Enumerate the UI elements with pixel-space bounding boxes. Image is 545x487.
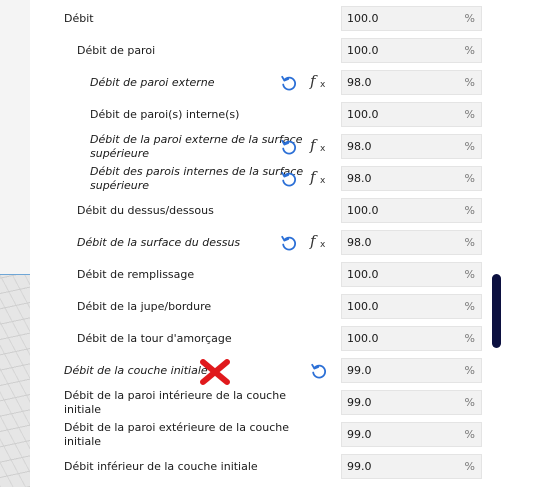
setting-value: 99.0	[347, 364, 372, 377]
setting-label: Débit de la paroi externe de la surface …	[90, 133, 303, 160]
setting-value: 99.0	[347, 460, 372, 473]
setting-row-debit-couche-initiale: Débit de la couche initiale 99.0 %	[30, 355, 545, 387]
settings-panel: Débit 100.0 % Débit de paroi 100.0 % Déb…	[30, 0, 545, 487]
setting-label: Débit de paroi externe	[90, 76, 215, 89]
setting-value: 100.0	[347, 300, 379, 313]
setting-value-field[interactable]: 99.0 %	[341, 390, 482, 415]
setting-unit: %	[464, 204, 475, 217]
viewport-build-plate-grid	[0, 275, 30, 487]
setting-value: 99.0	[347, 428, 372, 441]
setting-unit: %	[464, 396, 475, 409]
setting-row-debit-paroi-interieure-couche-initiale: Débit de la paroi intérieure de la couch…	[30, 387, 545, 419]
setting-value-field[interactable]: 98.0 %	[341, 166, 482, 191]
error-cross-icon	[200, 359, 230, 385]
setting-value: 98.0	[347, 140, 372, 153]
reset-icon[interactable]	[280, 234, 298, 252]
setting-value: 100.0	[347, 268, 379, 281]
setting-label: Débit	[64, 12, 94, 25]
function-icon[interactable]: fx	[310, 136, 332, 156]
setting-label: Débit de la jupe/bordure	[77, 300, 212, 313]
setting-value: 100.0	[347, 12, 379, 25]
setting-label: Débit de la tour d'amorçage	[77, 332, 232, 345]
setting-value-field[interactable]: 100.0 %	[341, 262, 482, 287]
setting-row-debit-remplissage: Débit de remplissage 100.0 %	[30, 259, 545, 291]
setting-unit: %	[464, 140, 475, 153]
setting-value-field[interactable]: 100.0 %	[341, 294, 482, 319]
reset-icon[interactable]	[280, 74, 298, 92]
setting-unit: %	[464, 300, 475, 313]
setting-label: Débit de la surface du dessus	[77, 236, 241, 249]
setting-row-debit: Débit 100.0 %	[30, 3, 545, 35]
setting-row-debit-paroi: Débit de paroi 100.0 %	[30, 35, 545, 67]
setting-value: 100.0	[347, 108, 379, 121]
setting-label: Débit de la paroi extérieure de la couch…	[64, 421, 290, 448]
setting-value-field[interactable]: 100.0 %	[341, 38, 482, 63]
setting-unit: %	[464, 364, 475, 377]
setting-label: Débit de la couche initiale	[64, 364, 208, 377]
setting-value: 100.0	[347, 44, 379, 57]
setting-row-debit-inferieur-couche-initiale: Débit inférieur de la couche initiale 99…	[30, 451, 545, 483]
viewport-background	[0, 0, 30, 487]
reset-icon[interactable]	[280, 138, 298, 156]
setting-value-field[interactable]: 98.0 %	[341, 230, 482, 255]
setting-row-debit-tour-amorcage: Débit de la tour d'amorçage 100.0 %	[30, 323, 545, 355]
setting-value-field[interactable]: 98.0 %	[341, 70, 482, 95]
setting-value: 100.0	[347, 204, 379, 217]
reset-icon[interactable]	[280, 170, 298, 188]
setting-label: Débit du dessus/dessous	[77, 204, 214, 217]
setting-row-debit-dessus-dessous: Débit du dessus/dessous 100.0 %	[30, 195, 545, 227]
setting-row-debit-parois-internes: Débit de paroi(s) interne(s) 100.0 %	[30, 99, 545, 131]
setting-value-field[interactable]: 99.0 %	[341, 454, 482, 479]
setting-value: 100.0	[347, 332, 379, 345]
setting-unit: %	[464, 12, 475, 25]
setting-unit: %	[464, 268, 475, 281]
setting-label: Débit de remplissage	[77, 268, 195, 281]
setting-row-debit-paroi-exterieure-couche-initiale: Débit de la paroi extérieure de la couch…	[30, 419, 545, 451]
setting-label: Débit de la paroi intérieure de la couch…	[64, 389, 286, 416]
setting-value: 98.0	[347, 76, 372, 89]
setting-value-field[interactable]: 98.0 %	[341, 134, 482, 159]
setting-value-field[interactable]: 99.0 %	[341, 358, 482, 383]
setting-value-field[interactable]: 100.0 %	[341, 6, 482, 31]
setting-value-field[interactable]: 99.0 %	[341, 422, 482, 447]
setting-value: 99.0	[347, 396, 372, 409]
function-icon[interactable]: fx	[310, 168, 332, 188]
setting-row-debit-paroi-externe-surface-superieure: Débit de la paroi externe de la surface …	[30, 131, 545, 163]
setting-unit: %	[464, 236, 475, 249]
setting-unit: %	[464, 108, 475, 121]
setting-unit: %	[464, 76, 475, 89]
setting-label: Débit de paroi(s) interne(s)	[90, 108, 240, 121]
setting-value-field[interactable]: 100.0 %	[341, 198, 482, 223]
setting-unit: %	[464, 44, 475, 57]
function-icon[interactable]: fx	[310, 232, 332, 252]
setting-unit: %	[464, 428, 475, 441]
function-icon[interactable]: fx	[310, 72, 332, 92]
setting-row-debit-jupe-bordure: Débit de la jupe/bordure 100.0 %	[30, 291, 545, 323]
setting-row-debit-paroi-externe: Débit de paroi externe fx 98.0 %	[30, 67, 545, 99]
setting-value-field[interactable]: 100.0 %	[341, 102, 482, 127]
setting-unit: %	[464, 460, 475, 473]
setting-unit: %	[464, 332, 475, 345]
setting-value: 98.0	[347, 172, 372, 185]
setting-label: Débit des parois internes de la surface …	[90, 165, 304, 192]
setting-label: Débit de paroi	[77, 44, 156, 57]
setting-value: 98.0	[347, 236, 372, 249]
setting-label: Débit inférieur de la couche initiale	[64, 460, 258, 473]
setting-row-debit-surface-dessus: Débit de la surface du dessus fx 98.0 %	[30, 227, 545, 259]
scrollbar-thumb[interactable]	[492, 274, 501, 348]
setting-value-field[interactable]: 100.0 %	[341, 326, 482, 351]
setting-unit: %	[464, 172, 475, 185]
reset-icon[interactable]	[310, 362, 328, 380]
setting-row-debit-parois-internes-surface-superieure: Débit des parois internes de la surface …	[30, 163, 545, 195]
